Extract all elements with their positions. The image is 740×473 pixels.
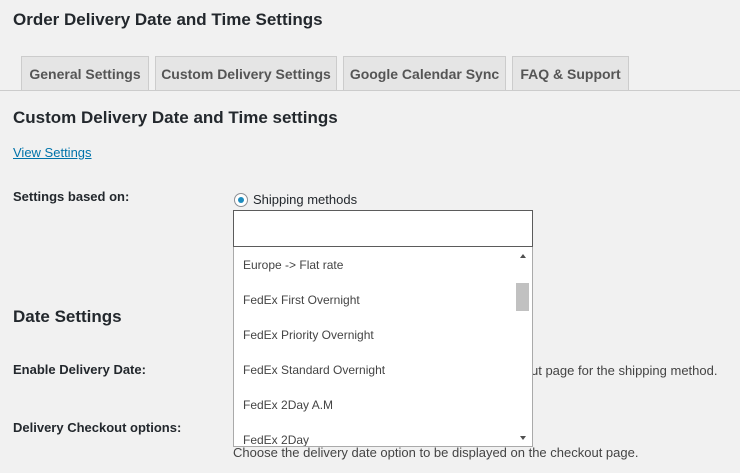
dropdown-option[interactable]: FedEx 2Day <box>243 433 309 446</box>
shipping-methods-radio-label: Shipping methods <box>253 192 358 207</box>
settings-based-on-label: Settings based on: <box>13 189 130 204</box>
tab-general-settings[interactable]: General Settings <box>21 56 149 90</box>
tabs-divider <box>0 90 740 91</box>
dropdown-scrollbar[interactable] <box>515 247 532 446</box>
date-settings-title: Date Settings <box>13 307 122 326</box>
dropdown-option[interactable]: FedEx Standard Overnight <box>243 363 385 377</box>
page-title: Order Delivery Date and Time Settings <box>13 10 323 29</box>
view-settings-link[interactable]: View Settings <box>13 145 92 160</box>
dropdown-option[interactable]: FedEx 2Day A.M <box>243 398 333 412</box>
shipping-methods-radio[interactable] <box>234 192 248 207</box>
delivery-checkout-options-label: Delivery Checkout options: <box>13 420 182 435</box>
scroll-down-arrow-icon[interactable] <box>520 436 526 440</box>
enable-delivery-date-label: Enable Delivery Date: <box>13 362 146 377</box>
scroll-thumb[interactable] <box>516 283 529 311</box>
enable-delivery-date-description: ut page for the shipping method. <box>531 363 718 378</box>
shipping-methods-dropdown[interactable]: Europe -> Flat rate FedEx First Overnigh… <box>233 247 533 447</box>
shipping-methods-search-input[interactable] <box>233 210 533 247</box>
dropdown-option[interactable]: FedEx Priority Overnight <box>243 328 374 342</box>
tab-google-calendar-sync[interactable]: Google Calendar Sync <box>343 56 506 90</box>
delivery-checkout-options-description: Choose the delivery date option to be di… <box>233 445 639 460</box>
tab-custom-delivery-settings[interactable]: Custom Delivery Settings <box>155 56 337 90</box>
section-title: Custom Delivery Date and Time settings <box>13 108 338 127</box>
tab-faq-support[interactable]: FAQ & Support <box>512 56 629 90</box>
scroll-up-arrow-icon[interactable] <box>520 254 526 258</box>
dropdown-option[interactable]: Europe -> Flat rate <box>243 258 343 272</box>
dropdown-option[interactable]: FedEx First Overnight <box>243 293 360 307</box>
shipping-methods-radio-row[interactable]: Shipping methods <box>234 192 357 207</box>
